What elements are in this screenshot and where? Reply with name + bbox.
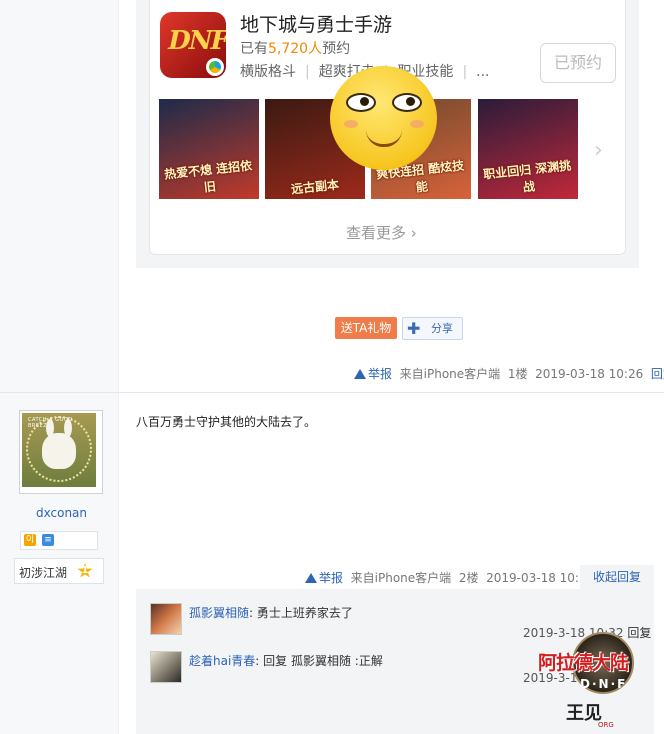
floor-number: 2楼 xyxy=(458,571,479,585)
game-thumbnail[interactable]: 职业回归 深渊挑战 xyxy=(478,99,578,199)
avatar[interactable]: CATCH A GOOD BREEZE xyxy=(19,410,103,494)
game-thumbnail[interactable]: 热爱不熄 连招依旧 xyxy=(159,99,259,199)
post-divider xyxy=(0,392,664,393)
reply-text: 勇士上班养家去了 xyxy=(256,606,353,620)
client-source: 来自iPhone客户端 xyxy=(350,571,452,585)
member-badge-icon[interactable]: 이 xyxy=(24,534,36,546)
warning-icon xyxy=(354,369,366,379)
reply-avatar[interactable] xyxy=(150,603,182,635)
reserved-count: 已有5,720人预约 xyxy=(240,41,351,57)
share-button[interactable]: ✚ 分享 xyxy=(402,317,463,340)
warning-icon xyxy=(305,573,317,583)
see-more-link[interactable]: 查看更多 › xyxy=(346,222,417,243)
reply-avatar[interactable] xyxy=(150,651,182,683)
smirk-emoji-sticker xyxy=(330,66,437,170)
site-watermark-logo: 阿拉德大陆 D·N·F 王见 ORG xyxy=(536,628,660,732)
post-content: 八百万勇士守护其他的大陆去了。 xyxy=(136,415,317,429)
report-link[interactable]: 举报 xyxy=(319,571,343,585)
list-item: 孤影翼相随: 勇士上班养家去了 xyxy=(189,606,353,620)
reserve-button[interactable]: 已预约 xyxy=(540,43,616,83)
post-time: 2019-03-18 10:26 xyxy=(535,367,644,381)
reply-username[interactable]: 趁着hai青春 xyxy=(189,654,255,668)
report-link[interactable]: 举报 xyxy=(368,367,392,381)
game-title[interactable]: 地下城与勇士手游 xyxy=(240,10,392,37)
game-tag: ... xyxy=(476,64,490,80)
send-gift-button[interactable]: 送TA礼物 xyxy=(335,317,397,339)
client-source: 来自iPhone客户端 xyxy=(399,367,501,381)
user-badges: 이 ≡ xyxy=(20,531,98,550)
game-logo-icon[interactable]: DNF xyxy=(160,12,226,78)
game-tag: 横版格斗 xyxy=(240,64,296,80)
username[interactable]: dxconan xyxy=(36,506,87,520)
floor2-meta: 举报 来自iPhone客户端 2楼 2019-03-18 10:30 xyxy=(305,569,594,586)
user-level[interactable]: 初涉江湖 1 xyxy=(14,558,104,584)
reply-text: 回复 孤影翼相随 :正解 xyxy=(263,654,383,668)
post-time: 2019-03-18 10:30 xyxy=(486,571,595,585)
star-icon: 1 xyxy=(77,563,93,578)
user-sidebar-column xyxy=(0,0,119,734)
app-badge-icon[interactable]: ≡ xyxy=(42,534,54,546)
reply-link[interactable]: 回复 xyxy=(651,367,664,381)
floor-number: 1楼 xyxy=(507,367,528,381)
chevron-right-icon[interactable]: › xyxy=(594,138,603,163)
floor1-meta: 举报 来自iPhone客户端 1楼 2019-03-18 10:26 回复 xyxy=(354,365,664,382)
reply-username[interactable]: 孤影翼相随 xyxy=(189,606,249,620)
list-item: 趁着hai青春: 回复 孤影翼相随 :正解 xyxy=(189,654,383,668)
plus-icon: ✚ xyxy=(407,319,421,338)
collapse-replies-button[interactable]: 收起回复 xyxy=(580,565,654,589)
